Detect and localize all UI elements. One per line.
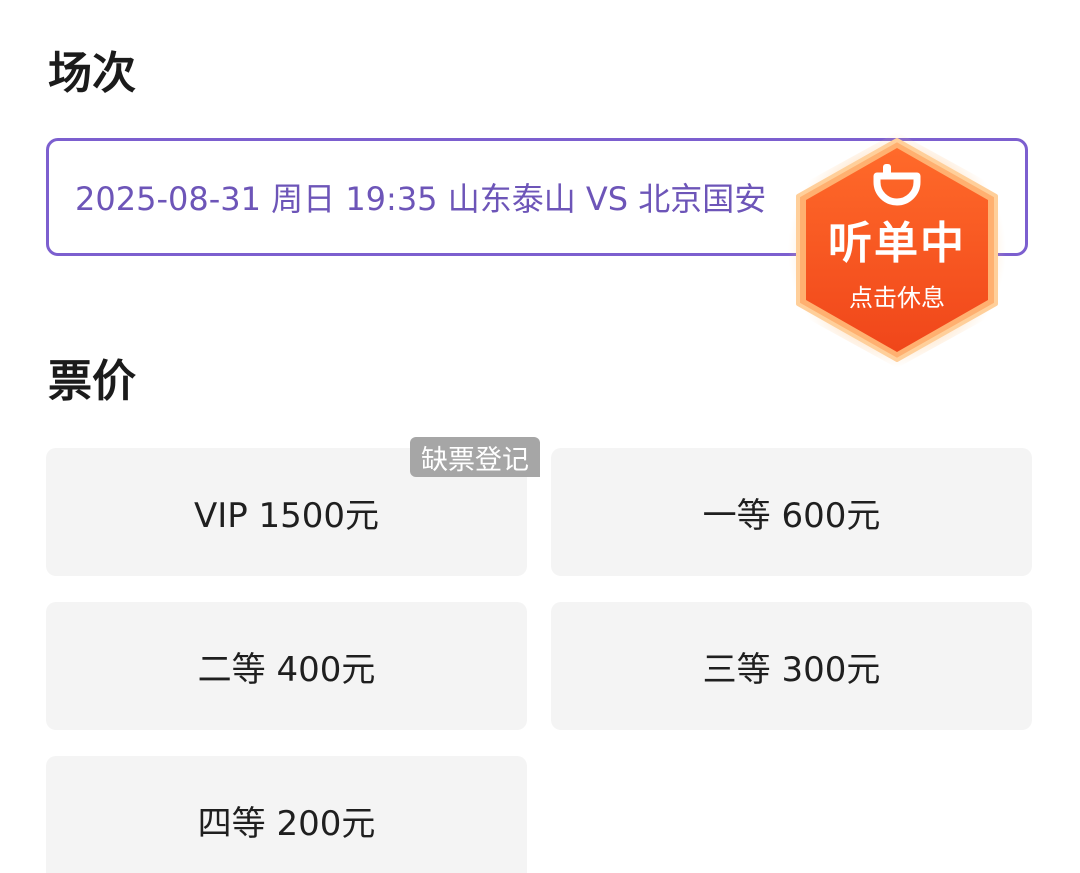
ticket-option-label: 二等 400元 — [197, 649, 376, 690]
ticket-option-first-class[interactable]: 一等 600元 — [551, 448, 1032, 576]
session-section-title: 场次 — [48, 48, 136, 99]
shortage-register-tag[interactable]: 缺票登记 — [410, 437, 540, 477]
ticket-option-label: VIP 1500元 — [193, 495, 380, 536]
ticket-purchase-page: 场次 2025-08-31 周日 19:35 山东泰山 VS 北京国安 听单中 … — [0, 0, 1080, 873]
session-selected-text: 2025-08-31 周日 19:35 山东泰山 VS 北京国安 — [75, 180, 767, 218]
ticket-option-fourth-class[interactable]: 四等 200元 — [46, 756, 527, 873]
ticket-option-second-class[interactable]: 二等 400元 — [46, 602, 527, 730]
ticket-option-label: 一等 600元 — [702, 495, 881, 536]
listening-status-badge[interactable]: 听单中 点击休息 — [784, 130, 1010, 370]
badge-action-label: 点击休息 — [849, 284, 945, 312]
price-section-title: 票价 — [48, 356, 136, 407]
ticket-option-label: 三等 300元 — [702, 649, 881, 690]
ticket-option-label: 四等 200元 — [197, 803, 376, 844]
badge-status-label: 听单中 — [828, 218, 966, 269]
ticket-option-third-class[interactable]: 三等 300元 — [551, 602, 1032, 730]
